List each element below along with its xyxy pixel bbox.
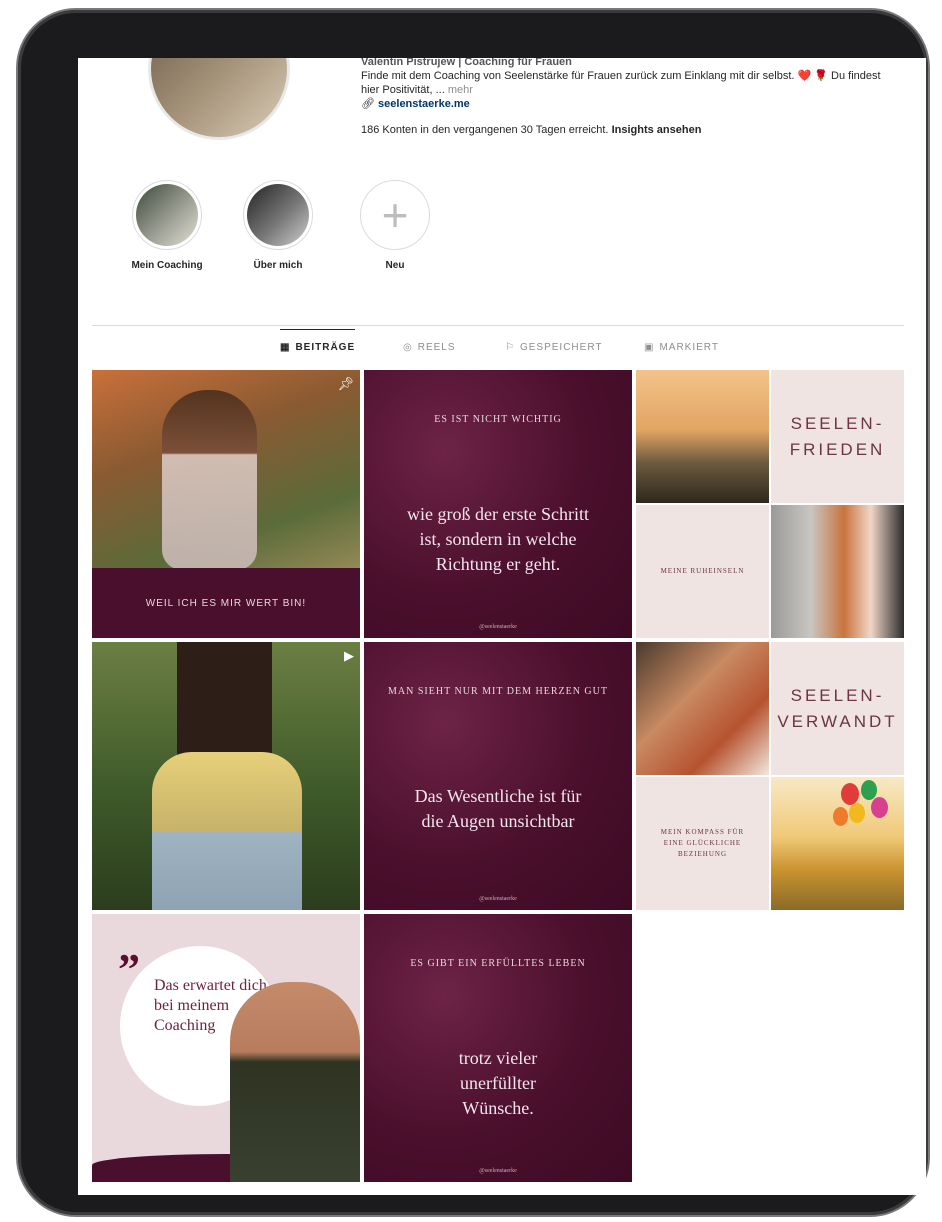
tab-gespeichert[interactable]: ⚐ GESPEICHERT (505, 342, 602, 353)
quote-text: Das Wesentliche ist für die Augen unsich… (414, 786, 582, 831)
reel-icon: ▶ (344, 648, 354, 663)
grid-icon: ▦ (280, 342, 291, 353)
profile-name: Valentin Pistrujew | Coaching für Frauen (361, 58, 572, 68)
tablet-frame: Valentin Pistrujew | Coaching für Frauen… (18, 10, 928, 1215)
quote-marks-icon: ” (118, 945, 140, 994)
quote-text: wie groß der erste Schritt ist, sondern … (407, 504, 589, 574)
reach-text: 186 Konten in den vergangenen 30 Tagen e… (361, 124, 609, 136)
tag-icon: ▣ (644, 342, 655, 353)
post-seelenverwandt[interactable]: SEELEN- VERWANDT MEIN KOMPASS FÜR EINE G… (636, 642, 904, 910)
tab-markiert[interactable]: ▣ MARKIERT (644, 342, 719, 353)
post-quote-erster-schritt[interactable]: ES IST NICHT WICHTIG wie groß der erste … (364, 370, 632, 638)
link-icon: 🔗︎ (361, 98, 375, 110)
quote-text: trotz vieler unerfüllter Wünsche. (458, 1048, 538, 1118)
seelenverwandt-title: SEELEN- VERWANDT (771, 642, 904, 775)
quote-arc-text: MAN SIEHT NUR MIT DEM HERZEN GUT (388, 686, 608, 697)
post-quote-wesentliche[interactable]: MAN SIEHT NUR MIT DEM HERZEN GUT Das Wes… (364, 642, 632, 910)
seelenfrieden-title: SEELEN- FRIEDEN (771, 370, 904, 503)
plus-icon: + (381, 189, 409, 241)
highlight-new[interactable]: + Neu (350, 180, 440, 271)
post-handle: @seelenstaerke (479, 1168, 517, 1174)
highlight-label: Über mich (253, 260, 303, 271)
insights-link[interactable]: Insights ansehen (612, 124, 702, 136)
post-handle: @seelenstaerke (479, 624, 517, 630)
post-banner: WEIL ICH ES MIR WERT BIN! (92, 568, 360, 638)
reels-icon: ◎ (403, 342, 413, 353)
profile-avatar[interactable] (148, 58, 290, 140)
quote-arc-text: ES GIBT EIN ERFÜLLTES LEBEN (410, 958, 586, 969)
post-woman-field[interactable]: 📌︎ WEIL ICH ES MIR WERT BIN! (92, 370, 360, 638)
bio-text: Finde mit dem Coaching von Seelenstärke … (361, 70, 881, 96)
tabs-divider (92, 325, 904, 326)
coach-photo (230, 982, 360, 1182)
post-reel-woman-flowers[interactable]: ▶ (92, 642, 360, 910)
quote-arc-text: ES IST NICHT WICHTIG (434, 414, 562, 425)
highlight-ueber-mich[interactable]: Über mich (233, 180, 323, 271)
pin-icon: 📌︎ (337, 376, 354, 391)
highlight-label: Mein Coaching (131, 260, 203, 271)
profile-website-link[interactable]: seelenstaerke.me (378, 98, 470, 110)
bio-more-link[interactable]: mehr (448, 84, 473, 96)
highlight-mein-coaching[interactable]: Mein Coaching (122, 180, 212, 271)
post-coaching-intro[interactable]: ” Das erwartet dich bei meinem Coaching (92, 914, 360, 1182)
bookmark-icon: ⚐ (505, 342, 515, 353)
profile-tabs: ▦ BEITRÄGE ◎ REELS ⚐ GESPEICHERT ▣ MARKI… (78, 329, 926, 370)
kompass-label: MEIN KOMPASS FÜR EINE GLÜCKLICHE BEZIEHU… (636, 777, 769, 910)
ruheinseln-label: MEINE RUHEINSELN (636, 505, 769, 638)
instagram-profile-screen: Valentin Pistrujew | Coaching für Frauen… (78, 58, 926, 1195)
post-quote-erfuelltes-leben[interactable]: ES GIBT EIN ERFÜLLTES LEBEN trotz vieler… (364, 914, 632, 1182)
post-handle: @seelenstaerke (479, 896, 517, 902)
tab-reels[interactable]: ◎ REELS (403, 342, 456, 353)
profile-bio: Valentin Pistrujew | Coaching für Frauen… (361, 58, 901, 137)
post-seelenfrieden[interactable]: SEELEN- FRIEDEN MEINE RUHEINSELN (636, 370, 904, 638)
highlight-label: Neu (385, 260, 405, 271)
tab-beitraege[interactable]: ▦ BEITRÄGE (280, 329, 356, 353)
